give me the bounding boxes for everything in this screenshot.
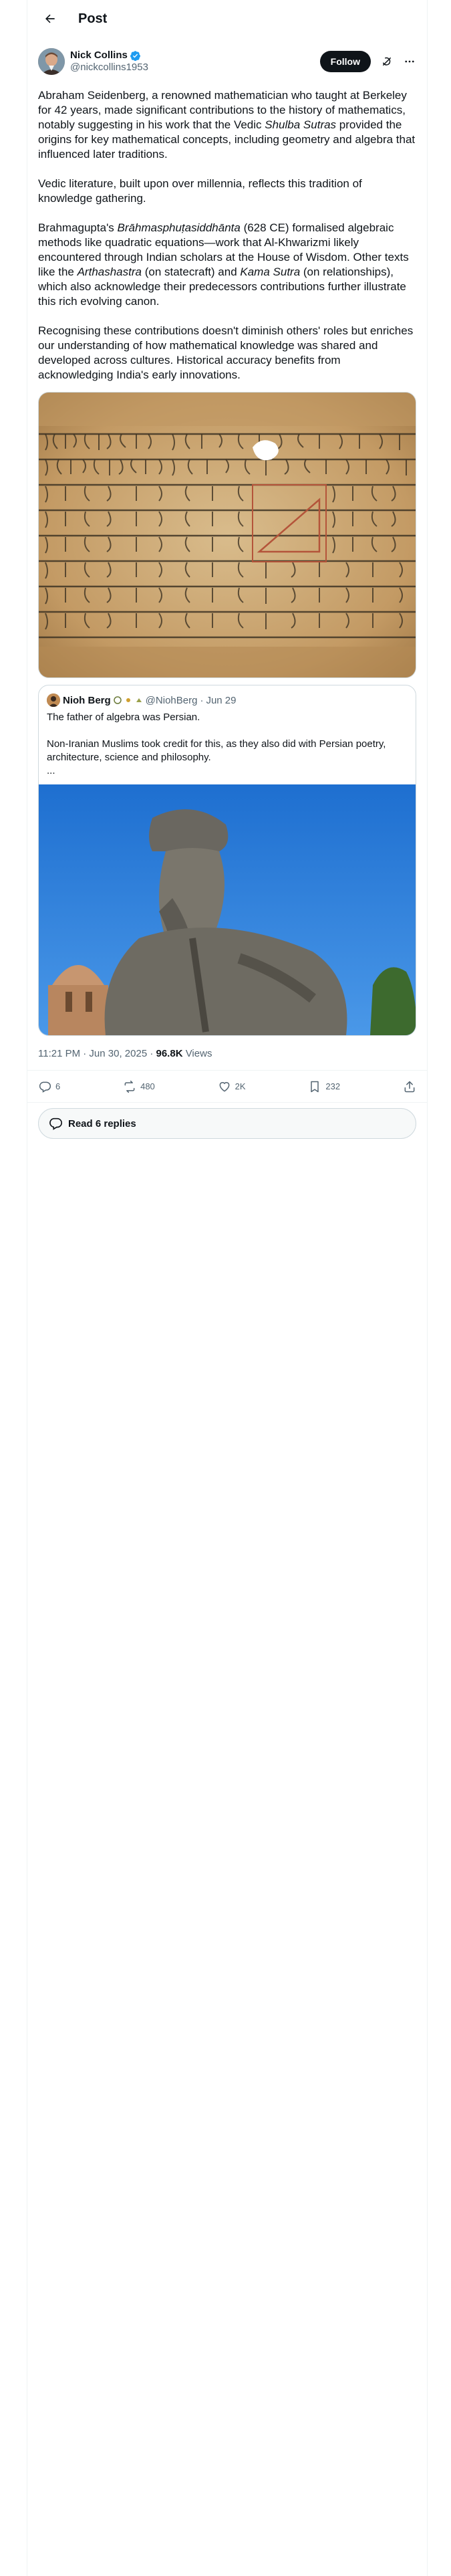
post-paragraph-2: Vedic literature, built upon over millen… xyxy=(38,177,362,205)
reply-button[interactable]: 6 xyxy=(38,1080,60,1093)
top-bar: Post xyxy=(27,0,427,37)
lion-emblem-icon xyxy=(136,698,142,702)
share-icon xyxy=(404,1081,415,1092)
like-count: 2K xyxy=(235,1081,246,1091)
quoted-author-handle: @NiohBerg xyxy=(145,694,198,706)
quoted-post[interactable]: Nioh Berg @NiohBerg · Jun 29 The father … xyxy=(38,685,416,1036)
post-time[interactable]: 11:21 PM · Jun 30, 2025 · xyxy=(38,1048,156,1059)
bookmark-icon xyxy=(311,1081,319,1092)
read-replies-button[interactable]: Read 6 replies xyxy=(38,1108,416,1139)
repost-icon xyxy=(124,1080,135,1093)
post-paragraph-3: Brahmagupta's Brāhmasphuṭasiddhānta (628… xyxy=(38,221,409,308)
repost-button[interactable]: 480 xyxy=(123,1080,155,1093)
views-count: 96.8K xyxy=(156,1048,183,1059)
chat-bubble-icon xyxy=(49,1117,62,1130)
page-title: Post xyxy=(78,11,108,26)
share-button[interactable] xyxy=(403,1080,416,1093)
like-button[interactable]: 2K xyxy=(218,1080,246,1093)
author-name[interactable]: Nick Collins xyxy=(70,49,128,62)
gold-flag-icon xyxy=(113,696,122,704)
bookmark-button[interactable]: 232 xyxy=(308,1080,340,1093)
author-handle[interactable]: @nickcollins1953 xyxy=(70,62,320,74)
heart-icon xyxy=(219,1081,230,1092)
author-row: Nick Collins @nickcollins1953 Follow xyxy=(27,37,427,79)
sun-emblem-icon xyxy=(126,698,130,702)
post-timestamp: 11:21 PM · Jun 30, 2025 · 96.8K Views xyxy=(27,1036,427,1071)
verified-badge-icon xyxy=(130,50,140,61)
statue-image[interactable] xyxy=(39,784,416,1035)
avatar[interactable] xyxy=(38,48,65,75)
action-bar: 6 480 2K 232 xyxy=(27,1071,427,1103)
more-options-icon[interactable] xyxy=(403,55,416,68)
follow-button[interactable]: Follow xyxy=(319,51,371,72)
quoted-avatar xyxy=(47,693,60,707)
reply-icon xyxy=(39,1081,51,1093)
manuscript-image[interactable] xyxy=(38,392,416,678)
main-column: Post Nick Collins @nickcollins1953 Follo… xyxy=(27,0,428,2576)
post-text: Abraham Seidenberg, a renowned mathemati… xyxy=(27,79,427,383)
read-replies-label: Read 6 replies xyxy=(68,1117,136,1130)
repost-count: 480 xyxy=(140,1081,155,1091)
post-paragraph-4: Recognising these contributions doesn't … xyxy=(38,324,414,381)
post-paragraph-1: Abraham Seidenberg, a renowned mathemati… xyxy=(38,89,416,160)
reply-count: 6 xyxy=(55,1081,61,1091)
back-button[interactable] xyxy=(38,7,62,31)
quoted-text: The father of algebra was Persian. Non-I… xyxy=(47,712,386,776)
bookmark-count: 232 xyxy=(325,1081,341,1091)
quoted-date: Jun 29 xyxy=(206,694,237,706)
grok-icon[interactable] xyxy=(380,55,394,68)
quoted-author-name: Nioh Berg xyxy=(63,694,111,706)
arrow-left-icon xyxy=(45,14,55,23)
